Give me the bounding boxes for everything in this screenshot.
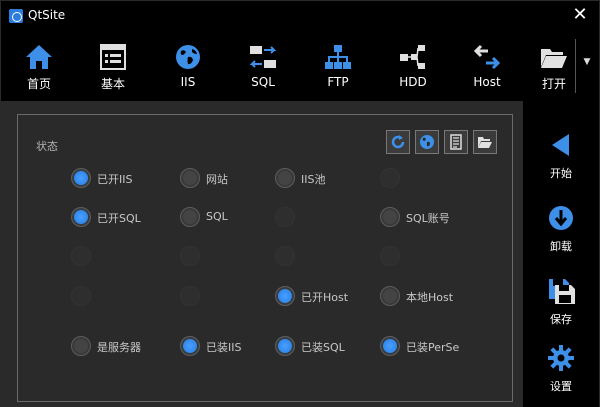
status-dot xyxy=(180,336,200,356)
status-label: 已开SQL xyxy=(97,212,141,225)
status-dot xyxy=(380,168,400,188)
status-label: 已装IIS xyxy=(206,341,242,354)
status-dot xyxy=(71,168,91,188)
status-dot xyxy=(71,336,91,356)
status-label: 已装SQL xyxy=(301,341,345,354)
gear-icon xyxy=(548,345,574,371)
app-window: QtSite ✕ 首页 基本 IIS SQL FTP HDD Host 打开 ▼… xyxy=(0,0,600,407)
status-groupbox: 状态 已开IIS 网站 IIS池 已开SQL SQL SQL账号 已开Host … xyxy=(17,114,513,402)
globe-icon xyxy=(176,45,200,69)
status-label: 网站 xyxy=(206,173,228,186)
status-dot xyxy=(380,336,400,356)
status-dot xyxy=(71,207,91,227)
status-dot xyxy=(180,168,200,188)
side-panel: 开始 卸载 保存 设置 xyxy=(523,101,599,407)
status-label: 是服务器 xyxy=(97,341,141,354)
status-label: 已开Host xyxy=(301,291,349,304)
main-toolbar: 首页 基本 IIS SQL FTP HDD Host 打开 ▼ xyxy=(1,31,599,101)
toolbar-label: 打开 xyxy=(541,77,566,91)
status-label: SQL xyxy=(206,210,228,223)
status-label: IIS池 xyxy=(301,173,326,186)
status-dot xyxy=(180,286,200,306)
globe-icon xyxy=(420,135,434,149)
status-dot xyxy=(380,286,400,306)
refresh-button[interactable] xyxy=(386,130,410,154)
toolbar-host-button[interactable]: Host xyxy=(455,31,519,101)
uninstall-button-label: 卸载 xyxy=(550,240,572,253)
status-label: 本地Host xyxy=(406,291,454,304)
list-icon xyxy=(100,44,126,70)
toolbar-iis-button[interactable]: IIS xyxy=(156,31,220,101)
status-dot xyxy=(180,246,200,266)
toolbar-basic-button[interactable]: 基本 xyxy=(81,31,145,101)
website-button[interactable] xyxy=(415,130,439,154)
toolbar-label: HDD xyxy=(399,75,427,89)
toolbar-ftp-button[interactable]: FTP xyxy=(306,31,370,101)
title-bar: QtSite ✕ xyxy=(1,1,599,31)
window-title: QtSite xyxy=(28,8,66,22)
status-toolbar xyxy=(386,130,498,154)
folder-open-icon xyxy=(541,49,567,68)
status-dot xyxy=(180,207,200,227)
close-button[interactable]: ✕ xyxy=(569,5,591,27)
toolbar-label: SQL xyxy=(251,75,275,89)
status-dot xyxy=(380,246,400,266)
start-button-label: 开始 xyxy=(550,167,572,180)
status-dot xyxy=(275,336,295,356)
status-dot xyxy=(275,168,295,188)
status-dot xyxy=(71,246,91,266)
nodes-icon xyxy=(400,45,425,69)
toolbar-label: 首页 xyxy=(26,77,51,91)
toolbar-label: IIS xyxy=(180,75,196,89)
open-folder-button[interactable] xyxy=(473,130,497,154)
status-label: 已开IIS xyxy=(97,173,133,186)
main-panel: 状态 已开IIS 网站 IIS池 已开SQL SQL SQL账号 已开Host … xyxy=(1,101,523,407)
status-dot xyxy=(380,207,400,227)
toolbar-label: 基本 xyxy=(100,77,125,91)
status-label: 已装PerSe xyxy=(406,341,460,354)
toolbar-hdd-button[interactable]: HDD xyxy=(381,31,445,101)
status-dot xyxy=(275,207,295,227)
status-group-label: 状态 xyxy=(36,140,58,153)
network-icon xyxy=(325,45,351,69)
transfer-icon xyxy=(473,44,501,70)
toolbar-home-button[interactable]: 首页 xyxy=(7,31,71,101)
document-icon xyxy=(450,134,462,150)
save-button-label: 保存 xyxy=(550,313,572,326)
settings-button[interactable]: 设置 xyxy=(523,344,599,407)
status-dot xyxy=(275,246,295,266)
toolbar-divider xyxy=(575,39,576,93)
save-button[interactable]: 保存 xyxy=(523,277,599,341)
toolbar-open-button[interactable]: 打开 xyxy=(522,31,586,101)
log-button[interactable] xyxy=(444,130,468,154)
save-icon xyxy=(549,279,575,304)
status-dot xyxy=(275,286,295,306)
download-icon xyxy=(549,206,573,230)
toolbar-label: FTP xyxy=(327,75,349,89)
start-button[interactable]: 开始 xyxy=(523,131,599,195)
switch-icon xyxy=(249,46,277,68)
play-icon xyxy=(552,134,569,156)
toolbar-sql-button[interactable]: SQL xyxy=(231,31,295,101)
status-label: SQL账号 xyxy=(406,212,450,225)
refresh-icon xyxy=(391,135,405,149)
folder-open-icon xyxy=(478,137,492,148)
uninstall-button[interactable]: 卸载 xyxy=(523,204,599,268)
status-dot xyxy=(71,286,91,306)
app-logo-icon xyxy=(9,9,23,23)
toolbar-label: Host xyxy=(473,75,501,89)
settings-button-label: 设置 xyxy=(550,380,572,393)
toolbar-overflow-button[interactable]: ▼ xyxy=(579,57,595,73)
home-icon xyxy=(26,45,52,69)
